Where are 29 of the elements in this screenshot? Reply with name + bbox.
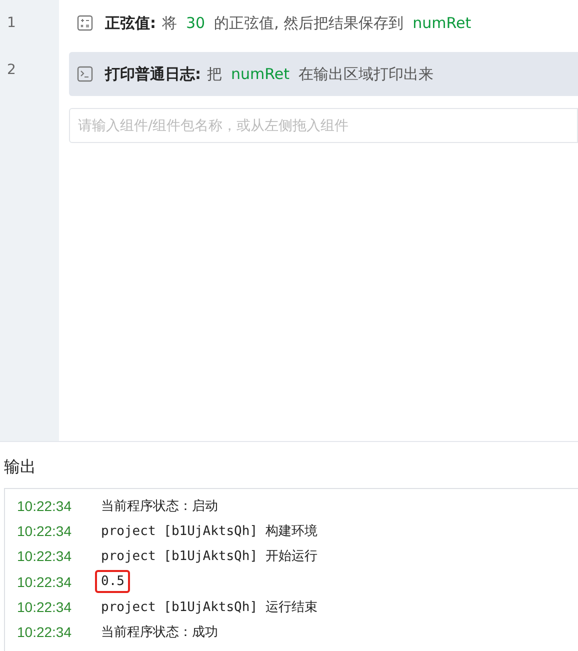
- statement-text: 将: [162, 14, 177, 32]
- log-time: 10:22:34: [17, 548, 72, 564]
- variable-value: numRet: [231, 65, 290, 83]
- log-message: project [b1UjAktsQh] 开始运行: [100, 548, 318, 566]
- log-time: 10:22:34: [17, 498, 72, 514]
- terminal-icon: [77, 66, 93, 82]
- log-time: 10:22:34: [17, 624, 72, 640]
- log-message: 当前程序状态：启动: [100, 498, 219, 516]
- log-message: 0.5: [95, 570, 130, 594]
- line-number: 2: [6, 61, 17, 80]
- log-message: project [b1UjAktsQh] 运行结束: [100, 598, 318, 617]
- log-time: 10:22:34: [17, 574, 72, 590]
- variable-value: numRet: [412, 14, 472, 32]
- log-message: 当前程序状态：成功: [100, 624, 219, 642]
- statement-label: 正弦值:: [105, 14, 156, 32]
- calculator-icon: [77, 15, 93, 31]
- log-time: 10:22:34: [17, 598, 72, 615]
- line-number: 1: [6, 14, 17, 33]
- statement-block[interactable]: 正弦值: 将 30 的正弦值, 然后把结果保存到 numRet: [69, 5, 578, 41]
- panel-title: 输出: [3, 456, 37, 478]
- statement-label: 打印普通日志:: [105, 64, 201, 84]
- variable-value: 30: [186, 14, 206, 32]
- log-time: 10:22:34: [17, 522, 72, 539]
- component-search-field[interactable]: 请输入组件/组件包名称，或从左侧拖入组件: [69, 108, 578, 143]
- statement-text: 在输出区域打印出来: [298, 64, 434, 84]
- statement-text: 的正弦值, 然后把结果保存到: [214, 14, 404, 32]
- log-message: project [b1UjAktsQh] 构建环境: [100, 522, 318, 541]
- statement-text: 把: [207, 64, 222, 84]
- statement-block[interactable]: 打印普通日志: 把 numRet 在输出区域打印出来: [69, 52, 578, 96]
